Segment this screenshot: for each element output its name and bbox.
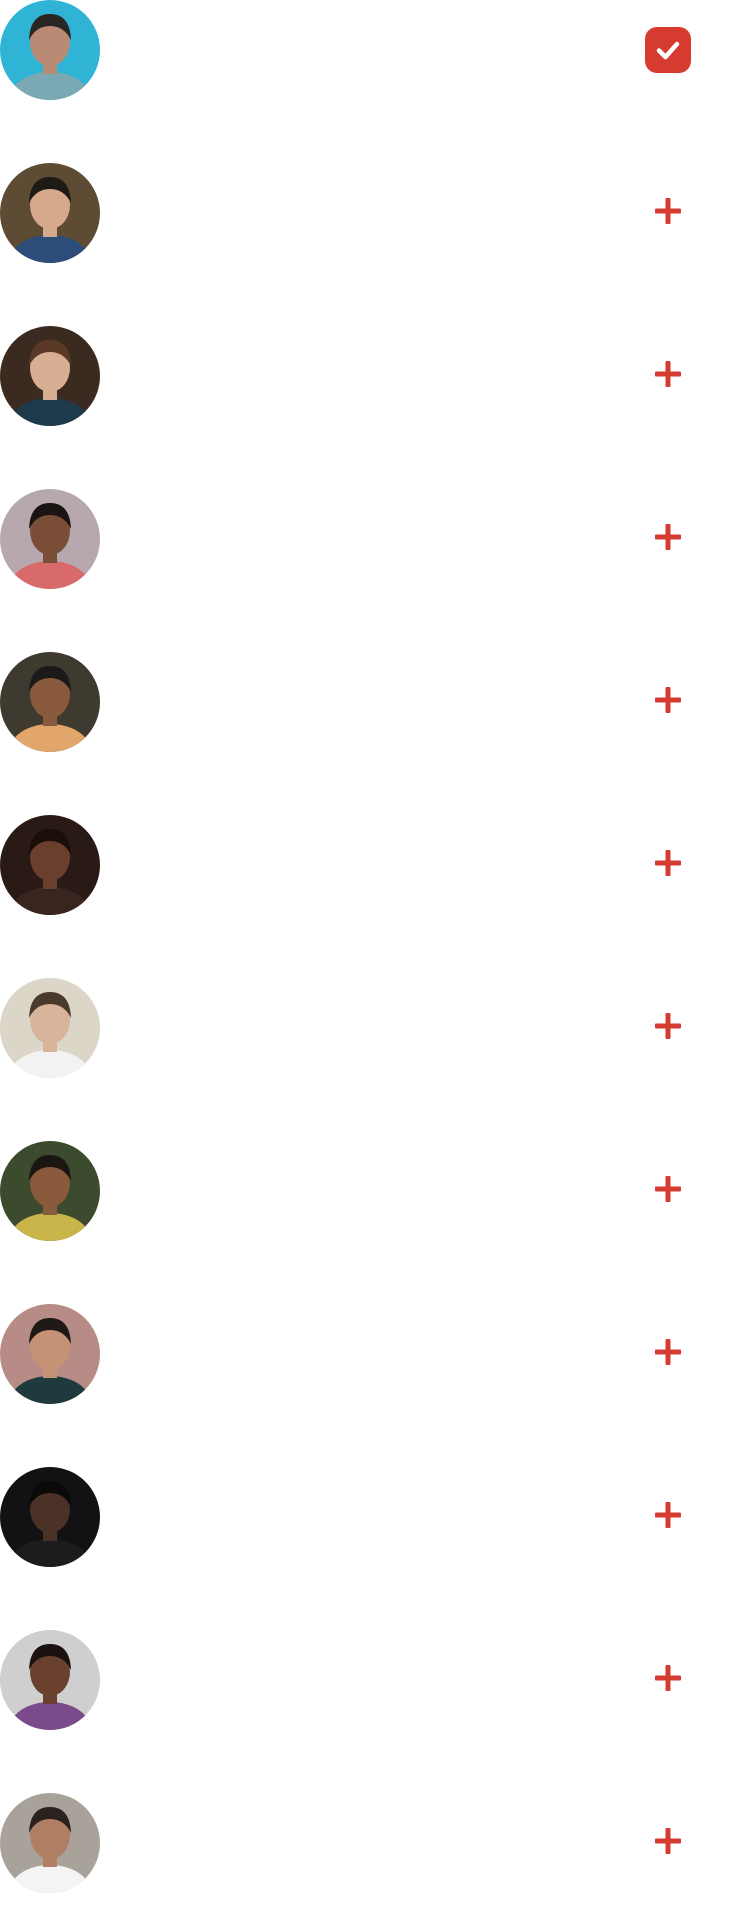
add-contact-button[interactable] (643, 677, 693, 727)
plus-icon (653, 1337, 683, 1372)
plus-icon (653, 1174, 683, 1209)
list-item (0, 489, 729, 589)
contact-list (0, 0, 729, 1914)
avatar-woman-glasses-braids (0, 1630, 100, 1730)
list-item (0, 0, 729, 100)
add-contact-button[interactable] (643, 514, 693, 564)
avatar-woman-holding-glitter (0, 652, 100, 752)
plus-icon (653, 1663, 683, 1698)
avatar-woman-long-hair (0, 326, 100, 426)
plus-icon (653, 1011, 683, 1046)
list-item (0, 1630, 729, 1730)
add-contact-button[interactable] (643, 1492, 693, 1542)
list-item (0, 978, 729, 1078)
list-item (0, 652, 729, 752)
list-item (0, 326, 729, 426)
plus-icon (653, 848, 683, 883)
selected-check-button[interactable] (643, 25, 693, 75)
add-contact-button[interactable] (643, 1166, 693, 1216)
plus-icon (653, 522, 683, 557)
add-contact-button[interactable] (643, 840, 693, 890)
avatar-man-sunglasses-laughing (0, 978, 100, 1078)
add-contact-button[interactable] (643, 1655, 693, 1705)
avatar-man-in-blue-suit (0, 163, 100, 263)
plus-icon (653, 1826, 683, 1861)
plus-icon (653, 196, 683, 231)
add-contact-button[interactable] (643, 351, 693, 401)
add-contact-button[interactable] (643, 1818, 693, 1868)
list-item (0, 163, 729, 263)
list-item (0, 1141, 729, 1241)
avatar-woman-smiling-curly-hair (0, 489, 100, 589)
plus-icon (653, 1500, 683, 1535)
list-item (0, 1467, 729, 1567)
avatar-man-glasses-beard (0, 1304, 100, 1404)
list-item (0, 815, 729, 915)
plus-icon (653, 359, 683, 394)
add-contact-button[interactable] (643, 1329, 693, 1379)
list-item (0, 1304, 729, 1404)
checkmark-icon (645, 27, 691, 73)
avatar-man-subway (0, 1141, 100, 1241)
add-contact-button[interactable] (643, 188, 693, 238)
add-contact-button[interactable] (643, 1003, 693, 1053)
avatar-man-big-guy-tshirt (0, 1793, 100, 1893)
list-item (0, 1793, 729, 1893)
avatar-woman-dark-curly-hair (0, 815, 100, 915)
avatar-man-underwater (0, 0, 100, 100)
avatar-man-dark-portrait (0, 1467, 100, 1567)
plus-icon (653, 685, 683, 720)
